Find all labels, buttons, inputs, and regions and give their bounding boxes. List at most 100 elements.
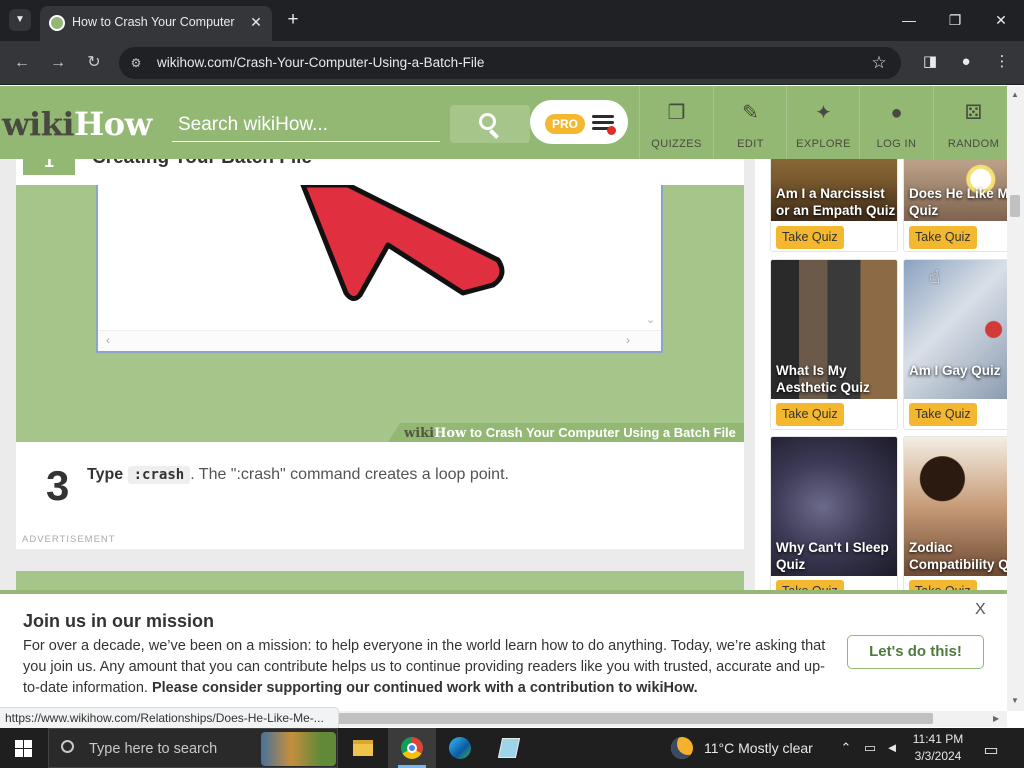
quiz-title: Zodiac Compatibility Quiz: [909, 540, 1007, 572]
page-content: ‹ › ⌄ wikiHow to Crash Your Computer Usi…: [0, 159, 1007, 591]
banner-title: Join us in our mission: [23, 611, 215, 631]
link-status-bar: https://www.wikihow.com/Relationships/Do…: [0, 707, 339, 729]
search-input[interactable]: Search wikiHow...: [172, 112, 440, 142]
edge-taskbar-icon[interactable]: [436, 728, 484, 768]
red-arrow-icon: [300, 185, 505, 301]
weather-text[interactable]: 11°C Mostly clear: [704, 740, 813, 756]
quiz-card[interactable]: Zodiac Compatibility Quiz Take Quiz: [903, 436, 1007, 591]
network-icon[interactable]: ▭: [861, 740, 879, 756]
chrome-taskbar-icon[interactable]: [388, 728, 436, 768]
windows-start-icon[interactable]: [0, 728, 48, 768]
browser-tab-bar: ▼ How to Crash Your Computer U ✕ + — ❐ ✕: [0, 0, 1024, 41]
system-clock[interactable]: 11:41 PM 3/3/2024: [900, 731, 976, 765]
chrome-menu-icon[interactable]: ⋮: [991, 51, 1013, 73]
section-number: 1: [23, 159, 75, 175]
scroll-up-icon[interactable]: ▲: [1010, 90, 1020, 100]
mouse-cursor-icon: ☝: [929, 267, 940, 287]
tab-close-icon[interactable]: ✕: [246, 12, 266, 32]
file-explorer-icon[interactable]: [339, 728, 387, 768]
section-title: Creating Your Batch File: [92, 159, 312, 169]
tab-search-button[interactable]: ▼: [9, 9, 31, 31]
scrollbar-thumb[interactable]: [330, 713, 933, 724]
image-caption: wikiHow to Crash Your Computer Using a B…: [388, 423, 744, 442]
search-button[interactable]: [450, 105, 530, 143]
tab-title: How to Crash Your Computer U: [72, 15, 237, 29]
wikihow-favicon-icon: [49, 15, 65, 31]
quizzes-icon: ❐: [667, 102, 686, 124]
search-icon: [479, 113, 496, 130]
browser-toolbar: ← → ↻ ⚙ wikihow.com/Crash-Your-Computer-…: [0, 41, 1024, 85]
taskbar-search-box[interactable]: Type here to search: [48, 728, 338, 768]
notification-dot: [607, 126, 616, 135]
quiz-title: What Is My Aesthetic Quiz: [776, 363, 870, 395]
side-panel-icon[interactable]: ◨: [919, 51, 941, 73]
article-column: ‹ › ⌄ wikiHow to Crash Your Computer Usi…: [16, 159, 744, 591]
pro-menu-button[interactable]: PRO: [530, 100, 628, 144]
pro-badge: PRO: [545, 114, 585, 134]
address-bar[interactable]: ⚙ wikihow.com/Crash-Your-Computer-Using-…: [119, 47, 901, 79]
pencil-icon: ✎: [742, 102, 759, 124]
back-arrow-icon[interactable]: ←: [10, 51, 34, 75]
volume-icon[interactable]: ◄: [883, 740, 901, 755]
page-scrollbar[interactable]: ▲ ▼: [1007, 86, 1024, 711]
lets-do-this-button[interactable]: Let's do this!: [847, 635, 984, 669]
restore-icon[interactable]: ❐: [938, 8, 972, 32]
quiz-card[interactable]: What Is My Aesthetic Quiz Take Quiz: [770, 259, 898, 430]
url-text[interactable]: wikihow.com/Crash-Your-Computer-Using-a-…: [157, 55, 484, 71]
notepad-taskbar-icon[interactable]: [485, 728, 533, 768]
quiz-sidebar: Am I a Narcissist or an Empath Quiz Take…: [755, 159, 1007, 591]
quiz-title: Why Can't I Sleep Quiz: [776, 540, 889, 572]
banner-body: For over a decade, we’ve been on a missi…: [23, 638, 826, 696]
weather-moon-icon[interactable]: [671, 737, 693, 759]
wikihow-header: wikiHow Search wikiHow... PRO ❐ QUIZZES …: [0, 86, 1013, 159]
user-icon: ●: [890, 102, 903, 124]
quiz-title: Am I Gay Quiz: [909, 363, 1001, 378]
quiz-card[interactable]: Am I a Narcissist or an Empath Quiz Take…: [770, 159, 898, 252]
nav-edit[interactable]: ✎ EDIT: [713, 86, 787, 159]
step-image-frame: ‹ › ⌄ wikiHow to Crash Your Computer Usi…: [16, 185, 744, 442]
hamburger-menu-icon: [592, 115, 614, 118]
quiz-card[interactable]: Does He Like Me Quiz Take Quiz: [903, 159, 1007, 252]
banner-close-button[interactable]: X: [975, 601, 989, 619]
new-tab-button[interactable]: +: [282, 9, 304, 31]
step-number: 3: [46, 462, 70, 509]
scrollbar-thumb[interactable]: [1010, 195, 1020, 217]
search-highlight-image: [261, 732, 336, 766]
window-close-icon[interactable]: ✕: [984, 8, 1018, 32]
scroll-down-icon[interactable]: ▼: [1010, 696, 1020, 706]
section-header: 1 Creating Your Batch File: [16, 159, 744, 185]
dice-icon: ⚄: [964, 102, 983, 124]
reload-icon[interactable]: ↻: [82, 51, 106, 75]
search-icon: [61, 740, 74, 753]
image-scrollbar: ‹ ›: [98, 330, 661, 351]
quiz-title: Am I a Narcissist or an Empath Quiz: [776, 186, 896, 218]
quiz-card[interactable]: Why Can't I Sleep Quiz Take Quiz: [770, 436, 898, 591]
nav-explore[interactable]: ✦ EXPLORE: [786, 86, 860, 159]
nav-random[interactable]: ⚄ RANDOM: [933, 86, 1013, 159]
take-quiz-button[interactable]: Take Quiz: [776, 226, 844, 249]
step-text: Type :crash. The ":crash" command create…: [87, 466, 509, 484]
take-quiz-button[interactable]: Take Quiz: [909, 403, 977, 426]
next-step-image: [16, 571, 744, 591]
nav-login[interactable]: ● LOG IN: [859, 86, 933, 159]
taskbar-search-placeholder: Type here to search: [89, 741, 218, 757]
scroll-right-icon[interactable]: ▶: [993, 714, 999, 723]
quiz-title: Does He Like Me Quiz: [909, 186, 1007, 218]
nav-quizzes[interactable]: ❐ QUIZZES: [639, 86, 713, 159]
quiz-card[interactable]: Am I Gay Quiz Take Quiz: [903, 259, 1007, 430]
step-card: 3 Type :crash. The ":crash" command crea…: [16, 442, 744, 549]
windows-taskbar: Type here to search 11°C Mostly clear ⌃ …: [0, 728, 1024, 768]
mission-banner: Join us in our mission For over a decade…: [0, 590, 1007, 711]
take-quiz-button[interactable]: Take Quiz: [909, 226, 977, 249]
minimize-icon[interactable]: —: [892, 8, 926, 32]
profile-icon[interactable]: ●: [955, 51, 977, 73]
take-quiz-button[interactable]: Take Quiz: [776, 403, 844, 426]
browser-tab[interactable]: How to Crash Your Computer U ✕: [40, 6, 272, 41]
site-info-icon[interactable]: ⚙: [128, 55, 144, 71]
bookmark-star-icon[interactable]: ☆: [869, 53, 889, 73]
advertisement-label: ADVERTISEMENT: [22, 534, 116, 545]
wikihow-logo[interactable]: wikiHow: [2, 104, 152, 144]
notification-icon[interactable]: ▭: [982, 740, 1000, 760]
forward-arrow-icon[interactable]: →: [46, 51, 70, 75]
chevron-up-icon[interactable]: ⌃: [837, 740, 855, 756]
